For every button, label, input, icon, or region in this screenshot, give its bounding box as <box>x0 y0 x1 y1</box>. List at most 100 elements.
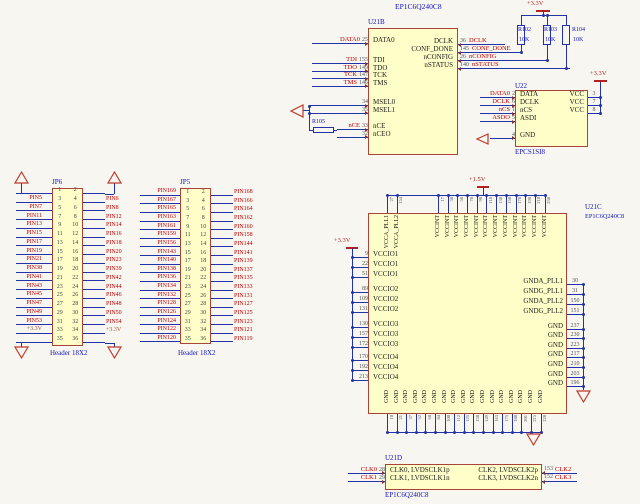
right-wire <box>83 228 105 229</box>
left-net-label: PIN163 <box>140 214 176 222</box>
left-net-label: PIN17 <box>16 239 42 247</box>
pin-name: VCCINT <box>522 215 528 237</box>
pin-name: CONF_DONE <box>411 46 456 53</box>
pin-name: GND <box>432 390 438 403</box>
pin-row: GND230 <box>480 330 583 340</box>
pin-number: 7 <box>180 215 196 222</box>
pin-wire: 210 <box>567 361 583 368</box>
header-row: PIN1381920PIN137 <box>140 265 300 274</box>
pin-number: 1 <box>52 187 68 194</box>
u21d-ref-label: U21D <box>385 455 402 462</box>
pin-number: 26 <box>68 292 84 299</box>
pin-name: CLK2, LVDSCLK2p <box>427 467 542 474</box>
junction-dot <box>546 59 549 62</box>
pin-number: 35 <box>52 336 68 343</box>
right-wire <box>83 315 105 316</box>
pin-row: 89VCCIO2 <box>352 283 432 293</box>
jp5-part-label: Header 18X2 <box>178 350 216 357</box>
right-wire <box>83 342 105 343</box>
pin-row: CLK2, LVDSCLK2p153CLK2 <box>427 465 577 474</box>
pin-number: 192 <box>359 364 368 370</box>
pin-wire: 131 <box>352 306 368 313</box>
left-net-label: PIN11 <box>16 213 42 221</box>
header-row: PIN1282728PIN127 <box>140 299 300 308</box>
pin-name: VCCIO3 <box>368 331 398 338</box>
pin-wire <box>387 195 388 213</box>
pin-number: 10 <box>68 222 84 229</box>
pin-row: 109VCCIO2 <box>352 293 432 303</box>
left-wire <box>42 219 52 220</box>
header-row: PIN1262930PIN125 <box>140 308 300 317</box>
right-net-label: PIN137 <box>233 267 253 274</box>
pin-name: GND <box>509 390 515 403</box>
pin-wire: 3 <box>588 91 600 98</box>
left-net-label: PIN19 <box>16 248 42 256</box>
pin-name: GND <box>451 390 457 403</box>
net-label: TDO <box>344 64 357 71</box>
pin-wire: 153CLK2 <box>542 466 577 474</box>
pin-number: 21 <box>52 275 68 282</box>
pin-name: VCCA_PLL1 <box>384 215 390 248</box>
right-net-label: PIN12 <box>105 214 122 221</box>
pin-wire: 223 <box>567 342 583 349</box>
pin-column: 38VCCINT <box>444 195 454 265</box>
right-net-label: PIN14 <box>105 222 122 229</box>
right-net-label: PIN50 <box>105 310 122 317</box>
right-net-label: PIN44 <box>105 284 122 291</box>
power-3v3-label: +3.3V <box>527 1 544 8</box>
pin-row: 51VCCIO1 <box>352 268 432 278</box>
pin-wire: 130 <box>352 321 368 328</box>
pin-name: GND <box>461 390 467 403</box>
pin-number: 29 <box>180 310 196 317</box>
right-net-label: PIN166 <box>233 198 253 205</box>
pin-column: 27VCCA_PLL1 <box>383 195 393 265</box>
pin-name: TMS <box>368 80 387 87</box>
pin-row: 35MSEL1 <box>309 106 449 114</box>
r103-drop-wire <box>547 45 548 60</box>
pin-row: 32nCEO <box>337 130 457 138</box>
pin-row: GND210 <box>480 358 583 368</box>
r104-resistor <box>562 25 570 45</box>
r103-value-label: 10K <box>545 37 555 43</box>
right-wire <box>83 298 105 299</box>
pin-number: 23 <box>52 284 68 291</box>
right-wire <box>211 264 233 265</box>
ground-arrow-down-icon <box>107 346 122 359</box>
pin-wire: 150 <box>567 298 583 305</box>
ground-arrow-left-icon <box>476 133 489 145</box>
pin-name: MSEL1 <box>368 107 395 114</box>
pin-column: 58VCCINT <box>453 195 463 265</box>
pin-column: GND52 <box>412 390 422 434</box>
pin-column: GND37 <box>402 390 412 434</box>
arrow-up-icon <box>107 171 122 184</box>
net-label: ASDO <box>492 114 510 121</box>
pin-number: 152 <box>544 474 553 481</box>
net-label: DCLK <box>469 37 487 44</box>
u21c-power-left-label: +3.3V <box>334 238 351 245</box>
pin-wire: DCLK6 <box>480 98 515 106</box>
pin-column: GND125 <box>460 390 470 434</box>
pin-column: 158VCCINT <box>502 195 512 265</box>
pin-number: 8 <box>68 214 84 221</box>
pin-wire: 89 <box>352 286 368 293</box>
pin-name: VCCIO4 <box>368 364 398 371</box>
pin-wire: 203 <box>567 371 583 378</box>
header-row: PIN16912PIN168 <box>140 187 300 196</box>
u22-part-label: EPCS1SI8 <box>515 149 545 156</box>
pin-wire: 32 <box>337 131 368 138</box>
net-label: CLK2 <box>555 466 571 473</box>
pin-wire: 109 <box>352 296 368 303</box>
pin-column: GND149 <box>479 390 489 434</box>
jp5-ref-label: JP5 <box>180 179 190 186</box>
pin-name: GND <box>480 390 486 403</box>
header-row: PIN1362122PIN135 <box>140 273 300 282</box>
pin-wire: 22 <box>352 261 368 268</box>
pin-row: 130VCCIO3 <box>352 318 432 328</box>
pin-number: 34 <box>362 99 368 105</box>
pin-name: GND <box>480 332 567 339</box>
net-label: DATA0 <box>340 36 360 43</box>
u21b-nce-pins: nCE33nCE32nCEO <box>337 123 457 138</box>
pin-number: 13 <box>180 241 196 248</box>
right-wire <box>83 219 105 220</box>
left-net-label: PIN128 <box>140 300 176 308</box>
